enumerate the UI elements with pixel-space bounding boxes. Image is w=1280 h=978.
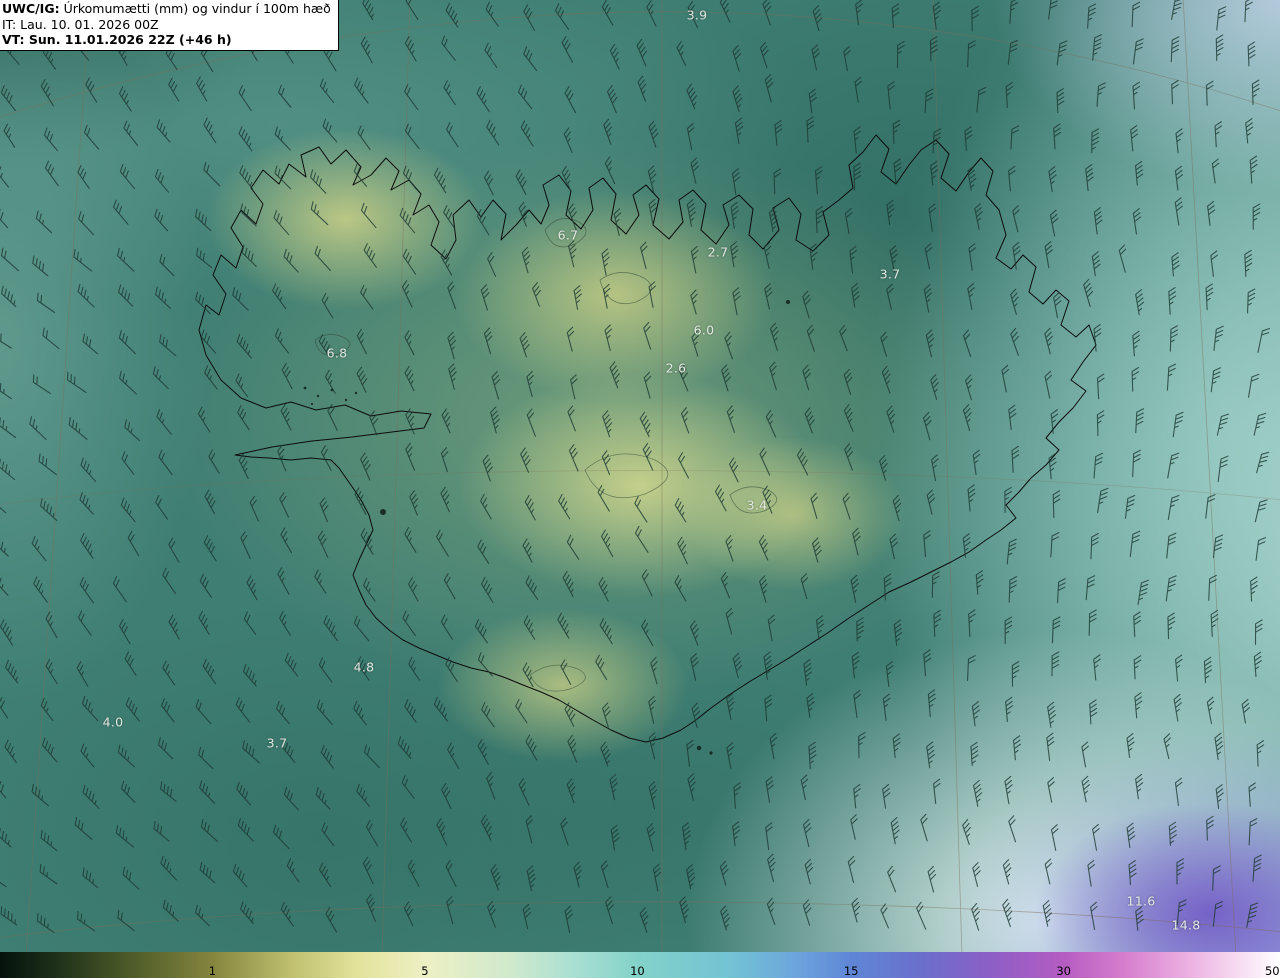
model-id: UWC/IG: [2, 1, 60, 16]
init-time-label: IT: [2, 16, 17, 32]
valid-time-label: VT: [2, 32, 25, 47]
colorbar-tick-label: 10 [630, 963, 645, 978]
map-title-box: UWC/IG: Úrkomumætti (mm) og vindur í 100… [0, 0, 339, 51]
colorbar-tick-label: 50 [1264, 963, 1280, 978]
map-title: Úrkomumætti (mm) og vindur í 100m hæð [63, 1, 331, 16]
valid-time-line: VT: Sun. 11.01.2026 22Z (+46 h) [2, 32, 331, 48]
valid-time-offset: (+46 h) [179, 32, 232, 47]
colorbar-tick-label: 1 [208, 963, 217, 978]
colorbar-tick-label: 15 [843, 963, 859, 978]
colorbar-tick-label: 30 [1056, 963, 1071, 978]
precipitation-field [0, 0, 1280, 952]
weather-map-viewport: 3.9 6.7 2.7 3.7 6.0 2.6 6.8 3.4 4.8 4.0 3.7 11.6 14.… [0, 0, 1280, 978]
map-title-line: UWC/IG: Úrkomumætti (mm) og vindur í 100… [2, 1, 331, 17]
map-canvas: 3.9 6.7 2.7 3.7 6.0 2.6 6.8 3.4 4.8 4.0 3.7 11.6 14.… [0, 0, 1280, 952]
precipitation-colorbar: 1 5 10 15 30 50 [0, 952, 1280, 978]
colorbar-tick-label: 5 [421, 963, 429, 978]
init-time-value: Lau. 10. 01. 2026 00Z [20, 16, 159, 32]
valid-time-value: Sun. 11.01.2026 22Z [28, 32, 175, 47]
init-time-line: IT: Lau. 10. 01. 2026 00Z [2, 17, 331, 33]
